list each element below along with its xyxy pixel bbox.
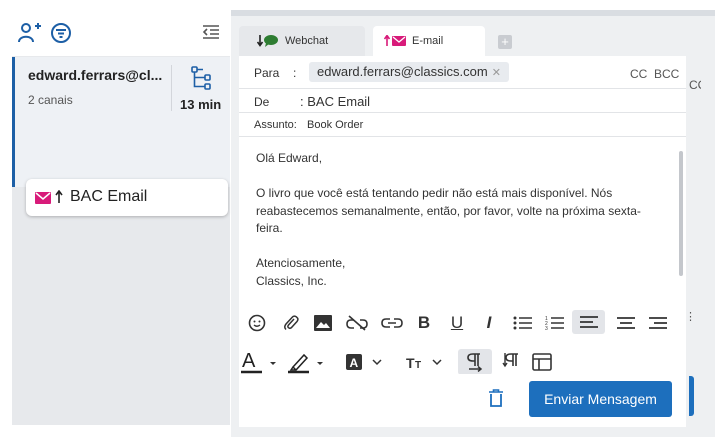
paragraph-rtl-icon[interactable] <box>497 349 527 375</box>
channel-card-email[interactable]: BAC Email <box>26 179 228 216</box>
svg-text:A: A <box>350 356 359 370</box>
paragraph-ltr-icon[interactable] <box>458 349 492 375</box>
editor-scrollbar[interactable] <box>679 151 683 276</box>
more-options-icon[interactable]: ⋮ <box>685 310 696 323</box>
numbered-list-icon[interactable]: 123 <box>544 313 566 333</box>
collapse-list-icon[interactable] <box>202 24 224 46</box>
svg-text:T: T <box>415 360 421 371</box>
emoji-icon[interactable] <box>247 313 267 333</box>
conversation-divider <box>171 65 172 111</box>
compose-footer: Enviar Mensagem <box>239 374 686 427</box>
conversation-time: 13 min <box>180 97 222 112</box>
body-paragraph: O livro que você está tentando pedir não… <box>256 186 641 235</box>
bold-icon[interactable]: B <box>414 312 434 334</box>
to-row: Para : edward.ferrars@classics.com ✕ CC B… <box>239 56 686 89</box>
conversation-sidebar: edward.ferrars@cl... 2 canais 13 min BAC… <box>12 10 230 425</box>
subject-input[interactable]: Book Order <box>307 119 363 131</box>
recipient-address: edward.ferrars@classics.com <box>317 64 488 79</box>
filter-icon[interactable] <box>50 22 72 44</box>
top-divider <box>231 10 715 16</box>
font-style-icon[interactable]: A <box>343 351 387 373</box>
italic-icon[interactable]: I <box>479 312 499 334</box>
email-icon <box>35 191 51 209</box>
email-icon <box>383 34 406 50</box>
add-tab-button[interactable]: + <box>498 35 512 49</box>
to-label: Para <box>254 66 280 80</box>
body-signature: Classics, Inc. <box>256 274 327 288</box>
svg-text:3: 3 <box>545 326 548 331</box>
chat-icon <box>256 34 279 51</box>
main-panel: Webchat E-mail + Para : edward.ferrars@c… <box>231 10 715 437</box>
from-value[interactable]: : BAC Email <box>300 94 370 109</box>
body-greeting: Olá Edward, <box>256 151 323 165</box>
bcc-link[interactable]: BCC <box>654 67 679 81</box>
tab-webchat-label: Webchat <box>285 35 329 47</box>
from-row: De : BAC Email <box>239 90 686 113</box>
channel-card-label: BAC Email <box>70 188 148 205</box>
link-icon[interactable] <box>380 313 404 333</box>
email-compose: Para : edward.ferrars@classics.com ✕ CC B… <box>239 56 686 427</box>
recipient-chip[interactable]: edward.ferrars@classics.com ✕ <box>309 62 509 82</box>
conversation-name: edward.ferrars@cl... <box>28 67 163 83</box>
tab-webchat[interactable]: Webchat <box>239 26 365 56</box>
highlight-color-icon[interactable] <box>286 349 328 375</box>
subject-row: Assunto: Book Order <box>239 114 686 137</box>
branch-tree-icon <box>191 65 213 96</box>
insert-image-icon[interactable] <box>312 313 334 333</box>
tab-email-label: E-mail <box>412 35 444 47</box>
remove-recipient-icon[interactable]: ✕ <box>492 67 501 79</box>
conversation-item[interactable]: edward.ferrars@cl... 2 canais 13 min BAC… <box>12 57 230 216</box>
insert-table-icon[interactable] <box>529 350 555 374</box>
align-right-icon[interactable] <box>647 313 669 333</box>
cc-link-partial: CC <box>689 78 701 92</box>
bullet-list-icon[interactable] <box>512 313 534 333</box>
font-color-icon[interactable]: A <box>239 349 281 375</box>
align-left-icon[interactable] <box>572 310 605 334</box>
person-plus-icon[interactable] <box>18 22 41 44</box>
channel-tabs: Webchat E-mail + <box>239 26 709 56</box>
sidebar-toolbar <box>12 10 230 56</box>
send-message-button[interactable]: Enviar Mensagem <box>529 381 672 417</box>
app-root: edward.ferrars@cl... 2 canais 13 min BAC… <box>0 0 715 437</box>
tab-email[interactable]: E-mail <box>373 26 485 56</box>
align-center-icon[interactable] <box>615 313 637 333</box>
font-size-icon[interactable]: TT <box>403 351 447 373</box>
to-separator: : <box>293 66 297 80</box>
svg-text:A: A <box>242 350 256 372</box>
secondary-panel-button-edge <box>689 376 694 416</box>
message-body-editor[interactable]: Olá Edward, O livro que você está tentan… <box>239 146 686 306</box>
svg-text:T: T <box>406 355 415 371</box>
unlink-icon[interactable] <box>345 313 369 333</box>
body-closing: Atenciosamente, <box>256 256 346 270</box>
underline-icon[interactable]: U <box>447 312 467 334</box>
subject-label: Assunto: <box>254 119 297 131</box>
conversation-channels: 2 canais <box>28 93 73 107</box>
arrow-up-icon <box>55 189 63 209</box>
from-label: De <box>254 95 270 109</box>
trash-icon[interactable] <box>488 389 504 412</box>
cc-link[interactable]: CC <box>630 67 647 81</box>
attachment-icon[interactable] <box>281 313 301 333</box>
